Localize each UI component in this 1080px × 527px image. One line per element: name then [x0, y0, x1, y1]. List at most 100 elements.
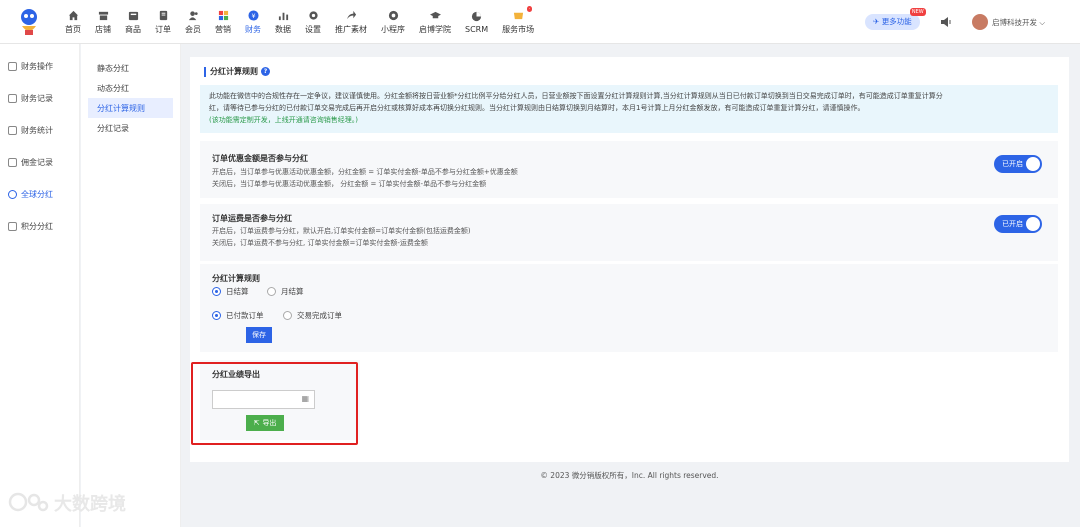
notice-box: 此功能在微信中的合规性存在一定争议，建议谨慎使用。分红金额将按日营业额*分红比例… — [200, 85, 1058, 133]
radio-dot — [267, 287, 276, 296]
radio-dot — [212, 311, 221, 320]
market-icon: · — [512, 6, 533, 21]
help-icon[interactable]: ? — [261, 67, 270, 76]
sidebar-item-commission[interactable]: 佣金记录 — [0, 146, 79, 178]
footer-copyright: © 2023 微分销版权所有，Inc. All rights reserved. — [540, 471, 719, 480]
subnav-static-dividend[interactable]: 静态分红 — [88, 58, 173, 78]
subnav-dividend-rules[interactable]: 分红计算规则 — [88, 98, 173, 118]
main-content: 分红计算规则? 此功能在微信中的合规性存在一定争议，建议谨慎使用。分红金额将按日… — [190, 57, 1069, 462]
notice-custom-note: (该功能需定制开发，上线开通请咨询销售经理。) — [209, 116, 358, 124]
new-badge: NEW — [909, 8, 926, 16]
nav-label: 服务市场 — [502, 25, 535, 34]
academy-icon — [429, 9, 441, 21]
nav-order[interactable]: 订单 — [148, 0, 178, 44]
sidebar-item-points-dividend[interactable]: 积分分红 — [0, 210, 79, 242]
app-logo[interactable] — [16, 6, 42, 38]
shipping-dividend-card: 订单运费是否参与分红 开启后，订单运费参与分红，默认开启,订单实付金额=订单实付… — [200, 204, 1058, 261]
subnav-dynamic-dividend[interactable]: 动态分红 — [88, 78, 173, 98]
nav-store[interactable]: 店铺 — [88, 0, 118, 44]
gear-icon — [307, 9, 319, 21]
top-navbar: 首页 店铺 商品 订单 会员 营销 ¥ 财务 数据 设置 推广素材 小程序 启博… — [0, 0, 1080, 44]
nav-label: 营销 — [215, 25, 231, 34]
notice-line: 红，请等待已参与分红的已付款订单交易完成后再开启分红或核算好成本再切换分红规则。… — [209, 104, 865, 112]
home-icon — [67, 9, 79, 21]
nav-promo[interactable]: 推广素材 — [328, 0, 374, 44]
points-icon — [8, 221, 17, 231]
dividend-rule-card: 分红计算规则 日结算 月结算 已付款订单 交易完成订单 保存 — [200, 264, 1058, 352]
share-icon — [345, 9, 357, 21]
nav-goods[interactable]: 商品 — [118, 0, 148, 44]
subnav-dividend-records[interactable]: 分红记录 — [88, 118, 173, 138]
card-desc: 关闭后，订单运费不参与分红, 订单实付金额=订单实付金额-运费金额 — [212, 239, 428, 247]
radio-paid-orders[interactable]: 已付款订单 — [212, 310, 264, 321]
nav-marketing[interactable]: 营销 — [208, 0, 238, 44]
nav-label: 订单 — [155, 25, 171, 34]
speaker-icon[interactable] — [940, 16, 952, 28]
primary-sidebar: 财务操作 财务记录 财务统计 佣金记录 全球分红 积分分红 — [0, 44, 80, 527]
card-desc: 开启后，订单运费参与分红，默认开启,订单实付金额=订单实付金额(包括运费金额) — [212, 227, 471, 235]
nav-label: 推广素材 — [335, 25, 367, 34]
secondary-sidebar: 静态分红 动态分红 分红计算规则 分红记录 — [81, 44, 181, 527]
save-button[interactable]: 保存 — [246, 327, 272, 343]
sidebar-item-finance-stats[interactable]: 财务统计 — [0, 114, 79, 146]
radio-dot — [212, 287, 221, 296]
miniprogram-icon — [387, 9, 399, 21]
sidebar-label: 财务操作 — [21, 61, 53, 71]
radio-monthly[interactable]: 月结算 — [267, 286, 304, 297]
svg-text:¥: ¥ — [251, 11, 255, 19]
avatar[interactable] — [972, 14, 988, 30]
nav-label: 小程序 — [381, 25, 405, 34]
nav-academy[interactable]: 启博学院 — [412, 0, 458, 44]
nav-data[interactable]: 数据 — [268, 0, 298, 44]
watermark: 大数跨境 — [8, 490, 126, 516]
scrm-icon — [471, 10, 483, 22]
nav-finance[interactable]: ¥ 财务 — [238, 0, 268, 44]
discount-toggle[interactable]: 已开启 — [994, 155, 1042, 173]
sidebar-item-finance-records[interactable]: 财务记录 — [0, 82, 79, 114]
nav-label: 启博学院 — [419, 25, 451, 34]
nav-label: 首页 — [65, 25, 81, 34]
radio-daily[interactable]: 日结算 — [212, 286, 249, 297]
sidebar-label: 财务统计 — [21, 125, 53, 135]
nav-label: 店铺 — [95, 25, 111, 34]
radio-dot — [283, 311, 292, 320]
card-title: 分红计算规则 — [212, 274, 260, 283]
discount-dividend-card: 订单优惠金额是否参与分红 开启后，当订单参与优惠活动优惠金额，分红金额 = 订单… — [200, 141, 1058, 198]
radio-completed-orders[interactable]: 交易完成订单 — [283, 310, 342, 321]
sidebar-label: 财务记录 — [21, 93, 53, 103]
commission-icon — [8, 157, 17, 167]
nav-market[interactable]: · 服务市场 — [495, 0, 541, 44]
chevron-down-icon: ⌵ — [1039, 18, 1046, 27]
nav-home[interactable]: 首页 — [58, 0, 88, 44]
records-icon — [8, 93, 17, 103]
nav-label: 会员 — [185, 25, 201, 34]
nav-scrm[interactable]: SCRM — [458, 0, 495, 44]
toggle-knob — [1026, 157, 1040, 171]
sidebar-item-finance-ops[interactable]: 财务操作 — [0, 50, 79, 82]
page-title: 分红计算规则? — [204, 67, 270, 77]
nav-settings[interactable]: 设置 — [298, 0, 328, 44]
more-features-button[interactable]: ✈ 更多功能 NEW — [865, 8, 926, 30]
stats-icon — [8, 125, 17, 135]
card-title: 订单优惠金额是否参与分红 — [212, 154, 308, 163]
store-icon — [97, 9, 109, 21]
sidebar-label: 佣金记录 — [21, 157, 53, 167]
sidebar-item-global-dividend[interactable]: 全球分红 — [0, 178, 79, 210]
nav-label: SCRM — [465, 25, 489, 34]
toggle-label: 已开启 — [1002, 220, 1023, 228]
user-menu[interactable]: 启博科技开发 ⌵ — [992, 17, 1045, 28]
nav-miniprogram[interactable]: 小程序 — [374, 0, 412, 44]
goods-icon — [127, 9, 139, 21]
new-badge: · — [526, 6, 533, 12]
notice-line: 此功能在微信中的合规性存在一定争议，建议谨慎使用。分红金额将按日营业额*分红比例… — [209, 92, 943, 100]
nav-member[interactable]: 会员 — [178, 0, 208, 44]
sidebar-label: 全球分红 — [21, 189, 53, 199]
shipping-toggle[interactable]: 已开启 — [994, 215, 1042, 233]
card-desc: 关闭后，当订单参与优惠活动优惠金额， 分红金额 = 订单实付金额-单品不参与分红… — [212, 180, 487, 188]
globe-icon — [8, 189, 17, 199]
main-nav: 首页 店铺 商品 订单 会员 营销 ¥ 财务 数据 设置 推广素材 小程序 启博… — [58, 0, 541, 44]
order-icon — [157, 9, 169, 21]
watermark-text: 大数跨境 — [54, 494, 126, 515]
sidebar-label: 积分分红 — [21, 221, 53, 231]
highlight-box — [191, 362, 358, 445]
